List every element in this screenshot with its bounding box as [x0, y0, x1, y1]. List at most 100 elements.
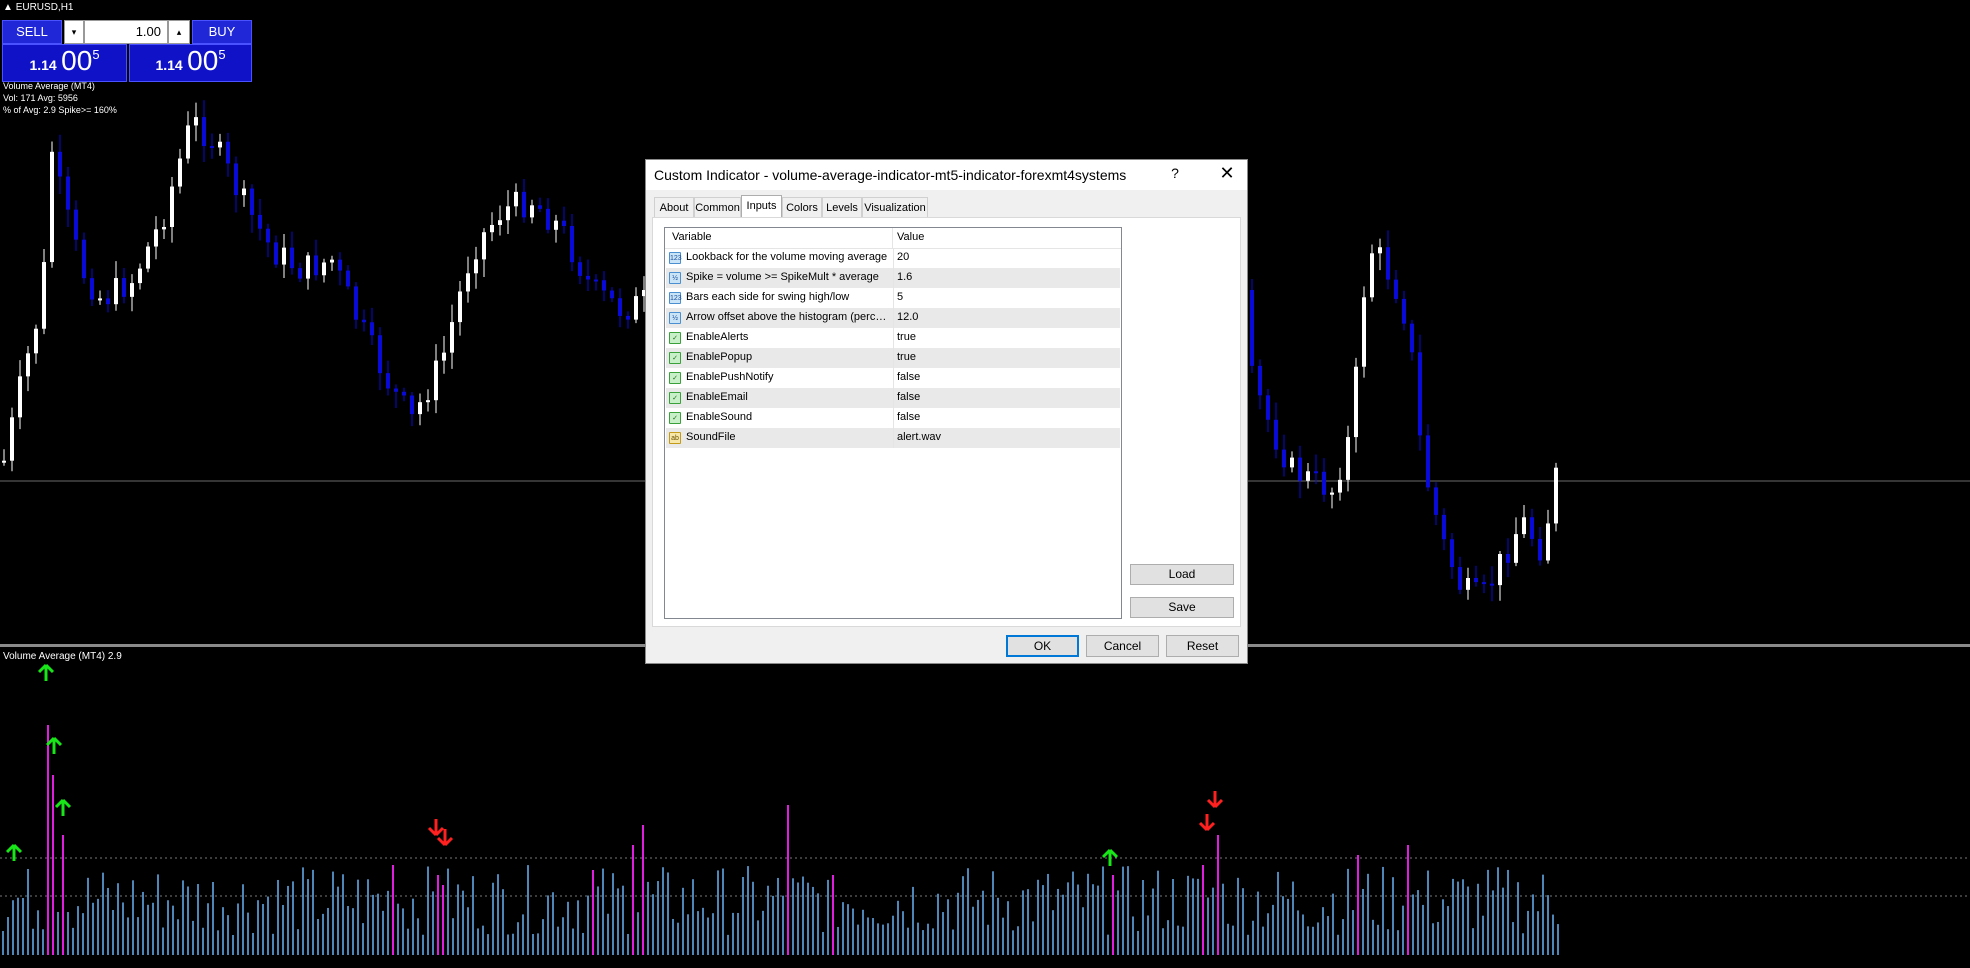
bull-candle [1306, 471, 1310, 481]
bear-candle [594, 279, 598, 282]
volume-bar [337, 886, 339, 955]
reset-button[interactable]: Reset [1166, 635, 1239, 657]
cancel-button[interactable]: Cancel [1086, 635, 1159, 657]
buy-price-small: 1.14 [155, 57, 183, 73]
row-value[interactable]: 1.6 [897, 271, 912, 283]
volume-bar [502, 889, 504, 955]
tab-about[interactable]: About [654, 197, 694, 217]
volume-bar [1092, 884, 1094, 955]
volume-bar [87, 877, 89, 955]
ok-button[interactable]: OK [1006, 635, 1079, 657]
indicator-info: Volume Average (MT4) Vol: 171 Avg: 5956 … [3, 80, 117, 116]
volume-bar [702, 907, 704, 955]
lot-size-input[interactable]: 1.00 [84, 20, 168, 44]
volume-bar [287, 885, 289, 955]
arrow-down-icon [1206, 791, 1224, 809]
buy-price[interactable]: 1.14 005 [129, 44, 252, 82]
volume-bar [1282, 896, 1284, 955]
volume-bar [872, 918, 874, 955]
table-row[interactable]: ✓ EnablePushNotify false [666, 368, 1120, 388]
tab-levels[interactable]: Levels [822, 197, 862, 217]
tab-visualization[interactable]: Visualization [862, 197, 928, 217]
tab-colors[interactable]: Colors [782, 197, 822, 217]
row-variable: EnablePopup [686, 351, 753, 363]
volume-bar [1042, 885, 1044, 955]
volume-bar [267, 896, 269, 955]
bull-candle [498, 220, 502, 225]
volume-bar [237, 903, 239, 955]
volume-bar [1222, 883, 1224, 955]
volume-bar [977, 899, 979, 955]
bear-candle [202, 117, 206, 147]
row-value[interactable]: true [897, 351, 916, 363]
tab-common[interactable]: Common [694, 197, 741, 217]
bear-candle [402, 391, 406, 396]
column-variable[interactable]: Variable [672, 231, 712, 243]
volume-bar [737, 912, 739, 955]
row-value[interactable]: true [897, 331, 916, 343]
row-value[interactable]: false [897, 411, 920, 423]
row-value[interactable]: 12.0 [897, 311, 918, 323]
lot-decrease-button[interactable]: ▾ [64, 20, 84, 44]
volume-bar [1517, 882, 1519, 955]
arrow-up-icon [54, 798, 72, 816]
table-row[interactable]: ✓ EnableSound false [666, 408, 1120, 428]
bear-candle [338, 259, 342, 271]
volume-bar [317, 918, 319, 955]
bear-candle [1530, 517, 1534, 539]
bear-candle [586, 275, 590, 280]
volume-bar [987, 924, 989, 955]
volume-bar [2, 931, 4, 955]
volume-bar [1102, 866, 1104, 955]
help-button[interactable]: ? [1165, 165, 1185, 181]
bull-candle [282, 247, 286, 265]
buy-button[interactable]: BUY [192, 20, 252, 44]
table-row[interactable]: 123 Bars each side for swing high/low 5 [666, 288, 1120, 308]
volume-bar [1232, 925, 1234, 955]
bull-candle [10, 417, 14, 461]
bull-candle [98, 298, 102, 301]
volume-spike-bar [1217, 835, 1219, 955]
row-value[interactable]: false [897, 391, 920, 403]
inputs-table[interactable]: Variable Value 123 Lookback for the volu… [664, 227, 1122, 619]
close-button[interactable]: ✕ [1215, 163, 1239, 184]
table-row[interactable]: ½ Arrow offset above the histogram (perc… [666, 308, 1120, 328]
sell-price[interactable]: 1.14 005 [2, 44, 127, 82]
sell-button[interactable]: SELL [2, 20, 62, 44]
volume-bar [352, 908, 354, 955]
lot-increase-button[interactable]: ▴ [168, 20, 190, 44]
volume-bar [1487, 869, 1489, 955]
table-row[interactable]: ½ Spike = volume >= SpikeMult * average … [666, 268, 1120, 288]
save-button[interactable]: Save [1130, 597, 1234, 618]
row-value[interactable]: 20 [897, 251, 909, 263]
volume-bar [662, 867, 664, 955]
table-row[interactable]: ab SoundFile alert.wav [666, 428, 1120, 448]
row-value[interactable]: false [897, 371, 920, 383]
volume-bar [302, 867, 304, 955]
bear-candle [1250, 290, 1254, 366]
symbol-label: ▲ EURUSD,H1 [3, 2, 73, 14]
bear-candle [370, 322, 374, 336]
row-value[interactable]: 5 [897, 291, 903, 303]
bear-candle [546, 208, 550, 230]
dialog-titlebar[interactable]: Custom Indicator - volume-average-indica… [646, 160, 1247, 190]
volume-bar [112, 909, 114, 955]
bull-candle [178, 158, 182, 187]
table-row[interactable]: ✓ EnableEmail false [666, 388, 1120, 408]
bull-candle [2, 460, 6, 463]
bear-candle [266, 228, 270, 243]
table-row[interactable]: 123 Lookback for the volume moving avera… [666, 248, 1120, 268]
tab-inputs[interactable]: Inputs [741, 195, 782, 218]
bull-candle [1362, 297, 1366, 367]
bull-candle [1354, 366, 1358, 438]
volume-bar [857, 924, 859, 955]
load-button[interactable]: Load [1130, 564, 1234, 585]
row-value[interactable]: alert.wav [897, 431, 941, 443]
table-row[interactable]: ✓ EnableAlerts true [666, 328, 1120, 348]
table-row[interactable]: ✓ EnablePopup true [666, 348, 1120, 368]
bull-candle [194, 117, 198, 126]
bear-candle [314, 255, 318, 276]
bull-candle [330, 259, 334, 263]
column-value[interactable]: Value [897, 231, 924, 243]
bear-candle [538, 205, 542, 209]
